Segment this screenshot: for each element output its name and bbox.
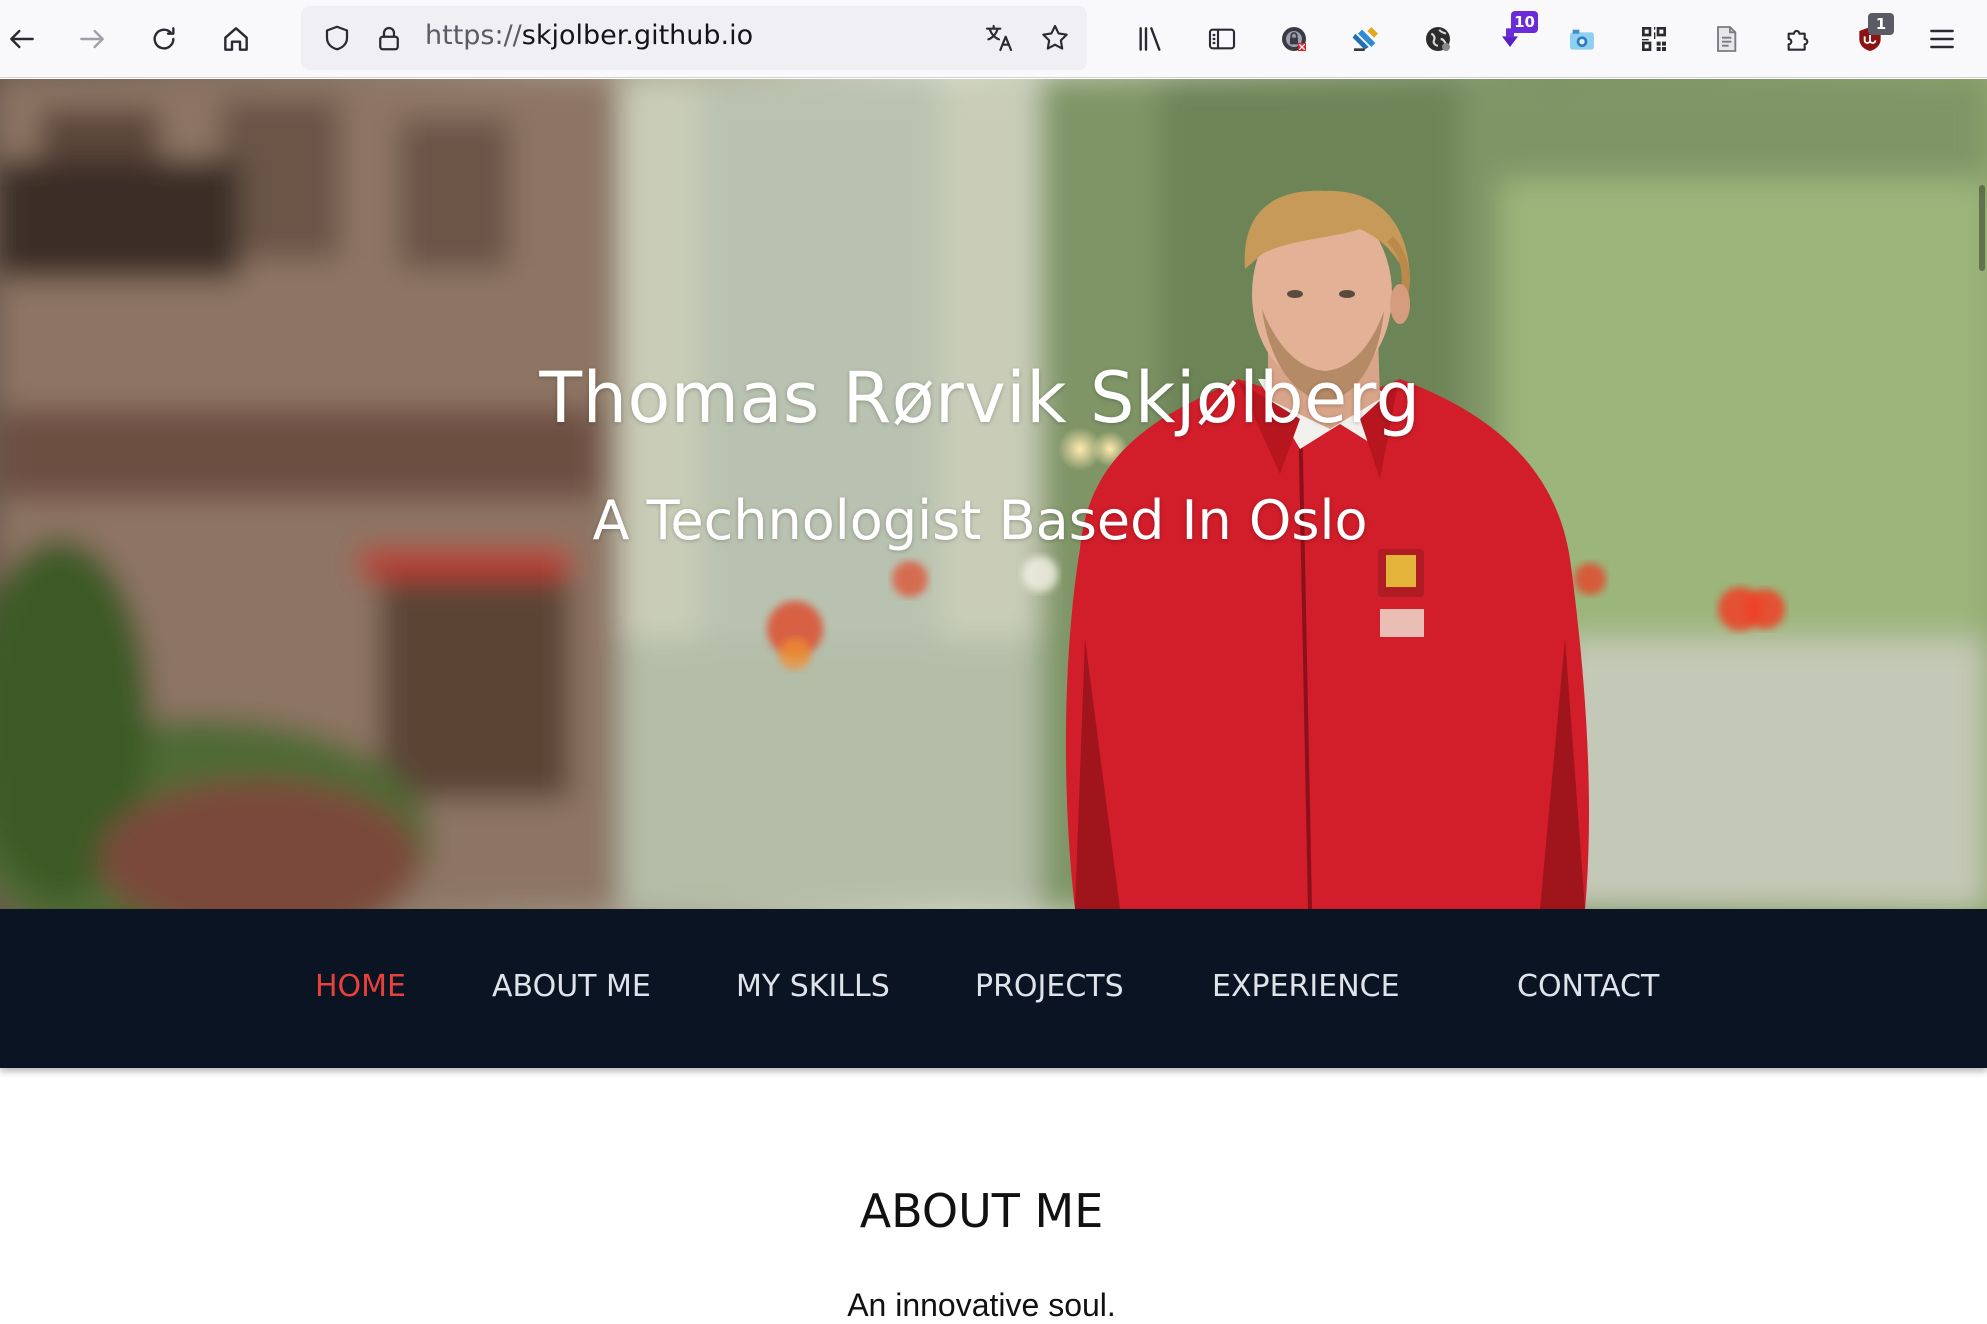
nav-item-home[interactable]: HOME <box>315 969 406 1004</box>
forward-button[interactable] <box>70 17 114 61</box>
url-text[interactable]: https://skjolber.github.io <box>425 20 753 51</box>
sidebar-icon <box>1208 28 1236 50</box>
globe-icon <box>1426 27 1450 51</box>
reload-icon <box>153 27 175 50</box>
extension-globe-button[interactable] <box>1416 17 1460 61</box>
hero-name-heading: Thomas Rørvik Skjølberg <box>539 357 1421 439</box>
nav-item-my-skills[interactable]: MY SKILLS <box>736 969 890 1004</box>
home-icon <box>224 27 248 51</box>
translate-icon <box>985 24 1013 52</box>
back-button[interactable] <box>0 17 44 61</box>
extension-privacy-button[interactable] <box>1272 17 1316 61</box>
arrow-left-icon <box>10 29 34 49</box>
site-info-button[interactable] <box>367 16 411 60</box>
extension-screenshot-button[interactable] <box>1560 17 1604 61</box>
tracking-protection-button[interactable] <box>315 16 359 60</box>
arrow-right-icon <box>80 29 104 49</box>
downloads-extension-button[interactable]: 10 <box>1488 11 1538 61</box>
privacy-lock-icon <box>1282 27 1306 51</box>
puzzle-piece-icon <box>1787 30 1809 51</box>
hamburger-menu-icon <box>1930 29 1954 49</box>
library-icon <box>1139 27 1161 51</box>
home-button[interactable] <box>214 17 258 61</box>
hero-section: Thomas Rørvik Skjølberg A Technologist B… <box>0 79 1987 909</box>
ublock-origin-button[interactable]: 1 <box>1848 13 1894 61</box>
url-scheme: https:// <box>425 20 522 51</box>
library-button[interactable] <box>1128 17 1172 61</box>
reload-button[interactable] <box>142 17 186 61</box>
nav-item-experience[interactable]: EXPERIENCE <box>1212 969 1400 1004</box>
camera-icon <box>1570 29 1594 50</box>
url-host: skjolber.github.io <box>521 20 754 51</box>
page-scrollbar[interactable] <box>1979 185 1985 271</box>
bookmark-star-button[interactable] <box>1033 16 1077 60</box>
extension-highlighter-button[interactable] <box>1344 17 1388 61</box>
highlighter-icon <box>1352 27 1378 51</box>
nav-item-contact[interactable]: CONTACT <box>1517 969 1659 1004</box>
browser-toolbar: https://skjolber.github.io 10 1 <box>0 0 1987 78</box>
main-navigation: HOME ABOUT ME MY SKILLS PROJECTS EXPERIE… <box>0 909 1987 1068</box>
about-section-title: ABOUT ME <box>859 1184 1104 1238</box>
document-icon <box>1717 26 1737 52</box>
reader-document-button[interactable] <box>1704 17 1748 61</box>
nav-item-projects[interactable]: PROJECTS <box>975 969 1124 1004</box>
lock-icon <box>379 26 399 51</box>
hero-tagline: A Technologist Based In Oslo <box>592 489 1368 552</box>
ublock-count-badge: 1 <box>1868 13 1894 35</box>
shield-icon <box>325 25 349 51</box>
sidebar-button[interactable] <box>1200 17 1244 61</box>
star-icon <box>1042 24 1068 50</box>
extensions-button[interactable] <box>1776 17 1820 61</box>
qr-code-button[interactable] <box>1632 17 1676 61</box>
app-menu-button[interactable] <box>1920 17 1964 61</box>
downloads-count-badge: 10 <box>1511 11 1538 33</box>
translate-button[interactable] <box>977 16 1021 60</box>
url-bar[interactable]: https://skjolber.github.io <box>301 6 1087 70</box>
about-section-subtitle: An innovative soul. <box>847 1287 1116 1323</box>
qr-code-icon <box>1642 27 1666 51</box>
nav-item-about-me[interactable]: ABOUT ME <box>492 969 651 1004</box>
